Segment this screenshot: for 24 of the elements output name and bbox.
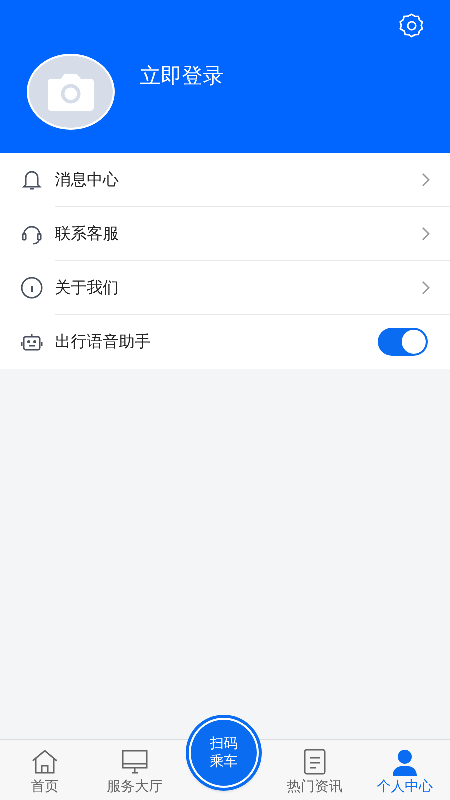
chevron-right-icon xyxy=(422,227,430,241)
menu-label: 消息中心 xyxy=(55,170,120,190)
chevron-right-icon xyxy=(422,173,430,187)
login-link[interactable]: 立即登录 xyxy=(140,62,224,90)
menu-label: 联系客服 xyxy=(55,224,120,244)
menu-label: 关于我们 xyxy=(55,278,120,298)
settings-icon[interactable] xyxy=(398,12,426,40)
monitor-icon xyxy=(120,748,150,776)
chevron-right-icon xyxy=(422,281,430,295)
camera-icon xyxy=(47,72,95,110)
person-icon xyxy=(390,748,420,776)
tab-item[interactable]: 个人中心 xyxy=(360,740,450,800)
tab-item[interactable]: 热门资讯 xyxy=(270,740,360,800)
menu-item[interactable]: 联系客服 xyxy=(0,207,450,261)
menu-item[interactable]: 出行语音助手 xyxy=(0,315,450,369)
menu-item[interactable]: 消息中心 xyxy=(0,153,450,207)
menu-label: 出行语音助手 xyxy=(55,332,152,352)
menu-item[interactable]: 关于我们 xyxy=(0,261,450,315)
toggle-switch[interactable] xyxy=(378,328,428,356)
tab-item[interactable]: 服务大厅 xyxy=(90,740,180,800)
tab-item[interactable]: 首页 xyxy=(0,740,90,800)
home-icon xyxy=(30,748,60,776)
info-icon xyxy=(20,276,44,300)
scan-button[interactable]: 扫码 乘车 xyxy=(189,718,259,788)
